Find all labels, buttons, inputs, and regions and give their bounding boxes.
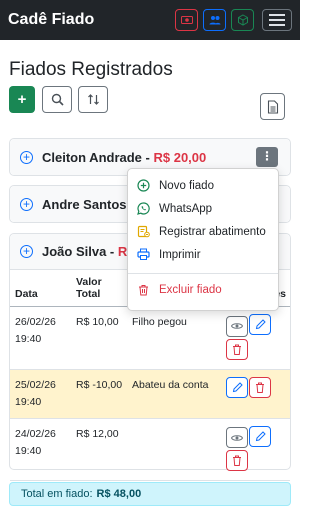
- row-date: 26/02/26 19:40: [10, 306, 71, 370]
- page-title: Fiados Registrados: [9, 59, 173, 80]
- delete-button[interactable]: [226, 450, 248, 471]
- menu-item-label: WhatsApp: [159, 202, 213, 215]
- box-icon: [237, 14, 248, 26]
- view-button[interactable]: [226, 315, 248, 337]
- trash-icon: [233, 455, 241, 466]
- row-date: 25/02/26 19:40: [10, 369, 71, 419]
- client-name: Cleiton Andrade: [42, 149, 142, 165]
- row-actions: [221, 418, 290, 481]
- menu-item-whatsapp[interactable]: WhatsApp: [128, 197, 278, 220]
- row-note: Filho pegou: [127, 306, 221, 370]
- pencil-icon: [255, 430, 266, 441]
- expand-icon[interactable]: +: [20, 245, 33, 258]
- pencil-icon: [232, 381, 243, 392]
- app-brand[interactable]: Cadê Fiado: [8, 11, 170, 29]
- client-name: Andre Santos: [42, 196, 127, 212]
- row-actions: [221, 306, 290, 370]
- col-date: Data: [10, 270, 71, 307]
- menu-item-label: Registrar abatimento: [159, 225, 266, 238]
- sort-arrows-icon: [87, 94, 99, 105]
- cash-icon: [180, 16, 193, 24]
- trash-icon: [233, 344, 241, 355]
- row-value: R$ 10,00: [71, 306, 127, 370]
- receipt-cut-icon: [137, 225, 150, 238]
- menu-item-imprimir[interactable]: Imprimir: [128, 243, 278, 266]
- products-button[interactable]: [231, 9, 254, 31]
- name-separator: -: [141, 149, 154, 165]
- expand-icon[interactable]: +: [20, 197, 33, 211]
- view-button[interactable]: [226, 427, 248, 448]
- add-button[interactable]: +: [9, 86, 35, 113]
- row-value: R$ -10,00: [71, 369, 127, 419]
- navbar: Cadê Fiado: [0, 0, 300, 40]
- printer-icon: [137, 248, 150, 261]
- total-value: R$ 48,00: [96, 488, 142, 500]
- menu-toggle-button[interactable]: [262, 9, 292, 31]
- row-date: 24/02/26 19:40: [10, 418, 71, 481]
- edit-button[interactable]: [226, 376, 248, 398]
- row-note: [127, 418, 221, 481]
- document-icon: [267, 99, 278, 114]
- search-icon: [51, 93, 64, 106]
- edit-button[interactable]: [249, 314, 271, 335]
- delete-button[interactable]: [249, 376, 271, 398]
- total-label: Total em fiado:: [21, 488, 93, 500]
- menu-item-registrar-abatimento[interactable]: Registrar abatimento: [128, 220, 278, 243]
- menu-item-label: Excluir fiado: [159, 283, 222, 296]
- row-value: R$ 12,00: [71, 418, 127, 481]
- report-button[interactable]: [260, 93, 285, 120]
- clients-button[interactable]: [203, 9, 226, 31]
- table-row: 25/02/26 19:40 R$ -10,00 Abateu da conta: [10, 369, 290, 419]
- menu-item-excluir-fiado[interactable]: Excluir fiado: [128, 278, 278, 301]
- table-row: 24/02/26 19:40 R$ 12,00: [10, 418, 290, 481]
- eye-icon: [231, 434, 243, 441]
- whatsapp-icon: [137, 202, 150, 215]
- card-dropdown-menu: Novo fiado WhatsApp Registrar abatimento…: [127, 168, 279, 311]
- menu-divider: [128, 273, 278, 274]
- trash-icon: [256, 382, 264, 393]
- people-icon: [209, 16, 220, 25]
- card-menu-button[interactable]: ⋮: [256, 147, 278, 167]
- menu-item-label: Novo fiado: [159, 179, 214, 192]
- search-button[interactable]: [42, 86, 72, 113]
- trash-icon: [137, 283, 150, 296]
- hamburger-icon: [269, 14, 285, 16]
- name-separator: -: [106, 244, 118, 259]
- money-button[interactable]: [175, 9, 198, 31]
- menu-item-label: Imprimir: [159, 248, 201, 261]
- total-summary: Total em fiado: R$ 48,00: [9, 482, 291, 506]
- client-amount: R$ 20,00: [153, 149, 207, 165]
- expand-icon[interactable]: +: [20, 150, 33, 164]
- client-name: João Silva: [42, 244, 107, 259]
- pencil-icon: [255, 319, 266, 330]
- plus-circle-icon: [137, 179, 150, 192]
- row-note: Abateu da conta: [127, 369, 221, 419]
- sort-button[interactable]: [78, 86, 108, 113]
- col-value: Valor Total: [71, 270, 127, 307]
- table-row: 26/02/26 19:40 R$ 10,00 Filho pegou: [10, 306, 290, 370]
- row-actions: [221, 369, 290, 419]
- menu-item-novo-fiado[interactable]: Novo fiado: [128, 174, 278, 197]
- eye-icon: [231, 323, 243, 329]
- edit-button[interactable]: [249, 425, 271, 447]
- delete-button[interactable]: [226, 338, 248, 360]
